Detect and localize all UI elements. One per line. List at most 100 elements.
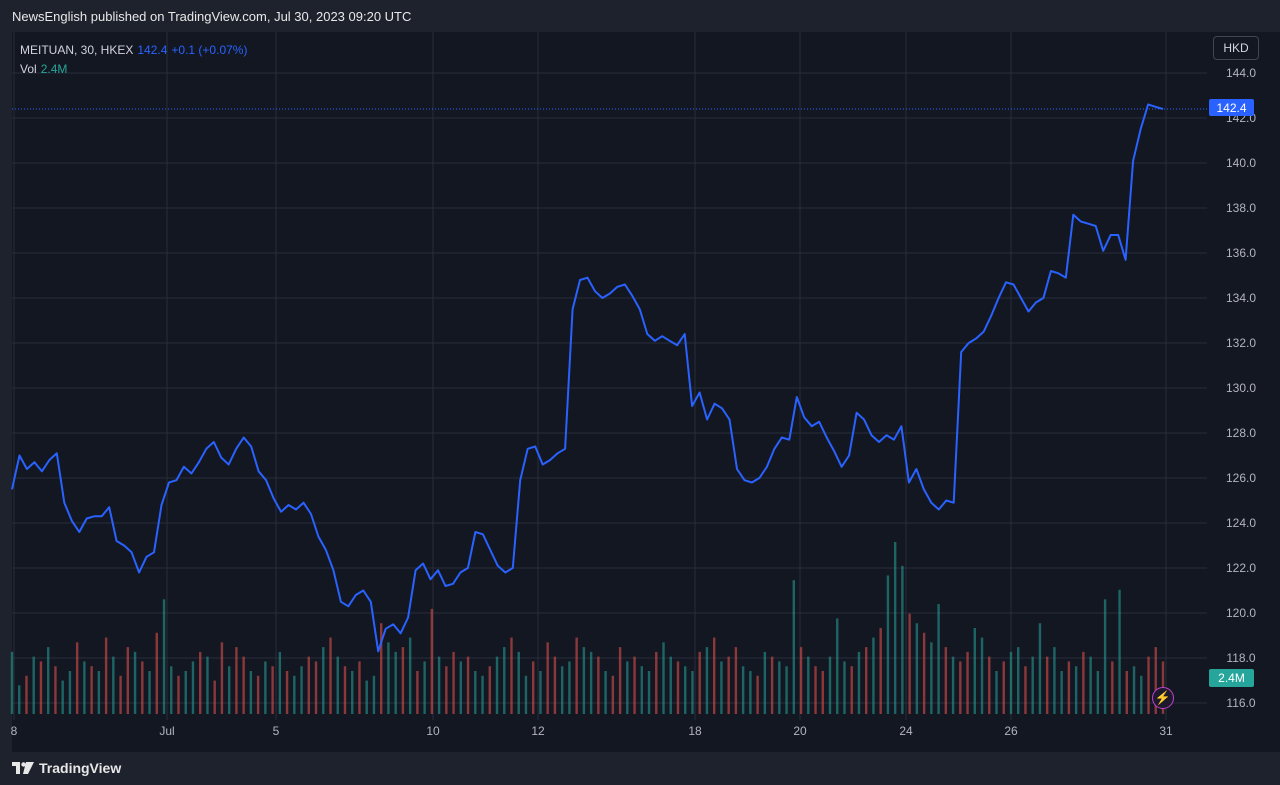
volume-bar <box>959 661 962 714</box>
volume-bar <box>300 666 303 714</box>
volume-bar <box>944 647 948 714</box>
volume-bar <box>481 675 484 714</box>
volume-bar <box>807 656 810 714</box>
y-tick-label: 116.0 <box>1226 696 1255 710</box>
volume-bar <box>879 628 882 714</box>
volume-bar <box>104 637 108 714</box>
volume-value: 2.4M <box>40 62 68 76</box>
volume-bar <box>437 656 441 714</box>
x-tick-label: 8 <box>11 724 18 738</box>
last-price-badge: 142.4 <box>1209 99 1254 116</box>
volume-bar <box>112 656 115 714</box>
volume-bar <box>1017 647 1020 714</box>
volume-bar <box>177 675 180 714</box>
volume-bar <box>1045 656 1049 714</box>
volume-bar <box>589 651 593 714</box>
volume-bar <box>908 613 911 714</box>
y-tick-label: 120.0 <box>1226 606 1256 620</box>
volume-bar <box>68 671 72 714</box>
volume-bar <box>278 651 282 714</box>
volume-bar <box>951 656 955 714</box>
y-tick-label: 140.0 <box>1226 156 1256 170</box>
volume-bar <box>763 651 767 714</box>
tradingview-logo[interactable]: TradingView <box>12 760 121 776</box>
volume-bar <box>1067 661 1071 714</box>
volume-badge: 2.4M <box>1209 669 1254 687</box>
x-tick-label: 12 <box>531 724 545 738</box>
y-tick-label: 138.0 <box>1226 201 1256 215</box>
volume-bar <box>242 656 245 714</box>
x-tick-label: 10 <box>426 724 440 738</box>
volume-bar <box>408 637 412 714</box>
volume-bar <box>206 656 209 714</box>
volume-bar <box>75 642 79 714</box>
volume-bar <box>1140 675 1143 714</box>
volume-bar <box>148 671 151 714</box>
volume-bar <box>61 680 64 714</box>
volume-bar <box>126 647 130 714</box>
volume-bar <box>1038 623 1042 714</box>
volume-bar <box>1009 651 1013 714</box>
volume-bar <box>865 647 868 714</box>
price-chart[interactable]: 116.0 118.0 120.0 122.0 124.0 126.0 128.0 130.0… <box>0 0 1280 785</box>
volume-bar <box>546 642 549 714</box>
volume-bar <box>618 647 622 714</box>
volume-bar <box>358 661 361 714</box>
lightning-icon[interactable]: ⚡ <box>1152 687 1174 709</box>
volume-bar <box>792 580 796 714</box>
volume-bar <box>597 656 600 714</box>
volume-bar <box>828 656 832 714</box>
volume-bar <box>705 647 709 714</box>
x-tick-label: 26 <box>1004 724 1018 738</box>
currency-button[interactable]: HKD <box>1213 36 1259 60</box>
volume-bar <box>155 632 158 714</box>
symbol-label[interactable]: MEITUAN, 30, HKEX <box>20 41 133 60</box>
volume-bar <box>1024 666 1027 714</box>
volume-bar <box>191 661 195 714</box>
volume-bar <box>1082 651 1085 714</box>
volume-bar <box>770 656 774 714</box>
volume-bar <box>915 623 919 714</box>
volume-bar <box>633 656 636 714</box>
volume-bar <box>857 651 861 714</box>
volume-bar <box>162 599 166 714</box>
volume-bar <box>655 651 658 714</box>
volume-bar <box>264 661 267 714</box>
volume-bar <box>351 671 354 714</box>
volume-bar <box>669 656 672 714</box>
y-tick-label: 118.0 <box>1226 651 1255 665</box>
volume-bar <box>575 637 578 714</box>
volume-bar <box>843 661 846 714</box>
volume-bar <box>893 542 897 714</box>
volume-bar <box>387 642 390 714</box>
y-tick-label: 144.0 <box>1226 66 1256 80</box>
volume-bar <box>1074 666 1078 714</box>
volume-bar <box>532 661 535 714</box>
volume-bar <box>133 651 137 714</box>
volume-bar <box>749 671 752 714</box>
volume-bar <box>741 666 745 714</box>
volume-bar <box>872 637 875 714</box>
x-tick-label: 5 <box>273 724 280 738</box>
y-tick-label: 126.0 <box>1226 471 1256 485</box>
volume-bar <box>922 632 926 714</box>
volume-bar <box>836 618 839 714</box>
volume-bar <box>720 661 723 714</box>
volume-bar <box>712 637 716 714</box>
y-tick-label: 136.0 <box>1226 246 1256 260</box>
volume-bar <box>445 666 448 714</box>
y-tick-label: 134.0 <box>1226 291 1256 305</box>
volume-bar <box>611 675 615 714</box>
tradingview-brand-text: TradingView <box>39 760 122 776</box>
volume-bar <box>734 647 738 714</box>
volume-label[interactable]: Vol <box>20 60 37 79</box>
volume-bar <box>560 666 564 714</box>
symbol-row: MEITUAN, 30, HKEX 142.4 +0.1 (+0.07%) <box>20 41 247 60</box>
volume-bar <box>850 666 853 714</box>
volume-bar <box>336 656 339 714</box>
volume-bar <box>604 671 607 714</box>
volume-bar <box>343 666 347 714</box>
time-scale-background[interactable] <box>12 720 1280 752</box>
volume-bar <box>973 628 976 714</box>
volume-bar <box>799 647 803 714</box>
